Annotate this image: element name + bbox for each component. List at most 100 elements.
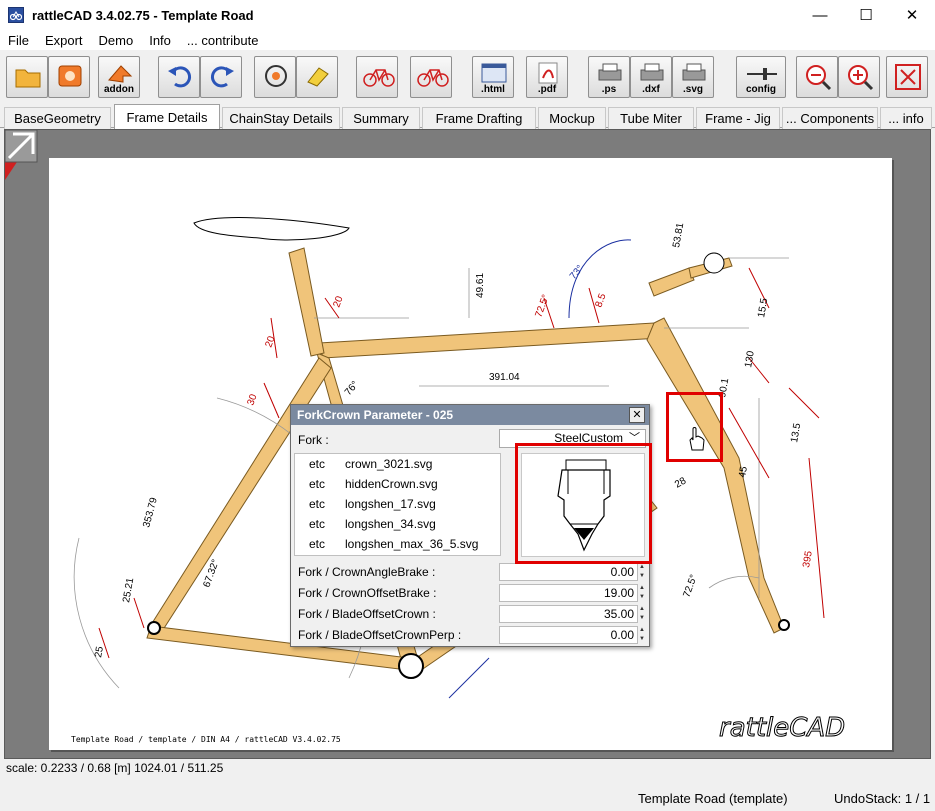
preview-highlight [515, 443, 652, 564]
tab-frame-drafting[interactable]: Frame Drafting [422, 107, 536, 129]
file-dir: etc [309, 477, 326, 491]
clean-button[interactable] [296, 56, 338, 98]
redo-icon [211, 66, 234, 88]
export-dxf-button[interactable]: .dxf [630, 56, 672, 98]
menu-contribute[interactable]: ... contribute [179, 33, 267, 48]
file-name: longshen_34.svg [345, 517, 436, 531]
menu-demo[interactable]: Demo [91, 33, 142, 48]
redo-button[interactable] [200, 56, 242, 98]
addon-button[interactable]: addon [98, 56, 140, 98]
dim-72-5b: 72.5° [681, 573, 699, 599]
param-label: Fork / CrownAngleBrake : [298, 565, 436, 579]
spinner-icon[interactable]: ▲ ▼ [638, 626, 646, 644]
undo-button[interactable] [158, 56, 200, 98]
html-icon [481, 63, 507, 83]
tab-mockup[interactable]: Mockup [538, 107, 606, 129]
rattlecad-logo: rattleCAD [719, 713, 845, 743]
blade-offset-crown-perp-input[interactable]: 0.00 [499, 626, 638, 644]
param-label: Fork / CrownOffsetBrake : [298, 586, 437, 600]
zoom-out-icon [806, 65, 832, 91]
param-row-blade-offset-crown-perp: Fork / BladeOffsetCrownPerp : 0.00 ▲ ▼ [291, 625, 649, 645]
dim-353: 353.79 [141, 496, 160, 529]
wheel-settings-button[interactable] [254, 56, 296, 98]
bicycle-icon [417, 69, 449, 87]
dim-53: 53.81 [671, 222, 686, 249]
bike-red-button[interactable] [356, 56, 398, 98]
crown-offset-brake-input[interactable]: 19.00 [499, 584, 638, 602]
close-button[interactable]: ✕ [889, 0, 935, 30]
dialog-close-button[interactable]: ✕ [629, 407, 645, 423]
menu-info[interactable]: Info [141, 33, 179, 48]
dim-391: 391.04 [489, 372, 520, 383]
save-button[interactable] [48, 56, 90, 98]
export-html-button[interactable]: .html [472, 56, 514, 98]
file-name: longshen_17.svg [345, 497, 436, 511]
tab-chainstay-details[interactable]: ChainStay Details [222, 107, 340, 129]
corner-marker-icon[interactable] [5, 130, 45, 180]
dim-395: 395 [801, 550, 815, 569]
bike-red-2-button[interactable] [410, 56, 452, 98]
tab-summary[interactable]: Summary [342, 107, 420, 129]
list-item[interactable]: etc longshen_max_36_5.svg [295, 534, 500, 554]
window-title: rattleCAD 3.4.02.75 - Template Road [32, 7, 254, 23]
list-item[interactable]: etc longshen_34.svg [295, 514, 500, 534]
folder-icon [15, 69, 41, 88]
tab-info[interactable]: ... info [880, 107, 932, 129]
minimize-button[interactable]: — [797, 0, 843, 30]
param-row-crown-angle-brake: Fork / CrownAngleBrake : 0.00 ▲ ▼ [291, 562, 649, 582]
zoom-out-button[interactable] [796, 56, 838, 98]
bicycle-icon [363, 69, 395, 87]
eraser-icon [307, 67, 329, 87]
file-dir: etc [309, 537, 326, 551]
spinner-icon[interactable]: ▲ ▼ [638, 563, 646, 581]
dim-13-5: 13.5 [789, 422, 803, 444]
tab-basegeometry[interactable]: BaseGeometry [4, 107, 111, 129]
dim-15-5: 15.5 [756, 297, 770, 319]
config-button[interactable]: config [736, 56, 786, 98]
dim-72-5: 72.5° [533, 293, 551, 319]
drawing-footer: Template Road / template / DIN A4 / ratt… [71, 735, 341, 744]
spinner-icon[interactable]: ▲ ▼ [638, 605, 646, 623]
menu-file[interactable]: File [0, 33, 37, 48]
crown-angle-brake-input[interactable]: 0.00 [499, 563, 638, 581]
printer-icon [682, 63, 706, 81]
tab-components[interactable]: ... Components [782, 107, 878, 129]
menu-bar: File Export Demo Info ... contribute [0, 30, 935, 50]
disk-icon [58, 65, 82, 87]
dim-30: 30 [245, 392, 259, 407]
list-item[interactable]: etc longshen_17.svg [295, 494, 500, 514]
list-item[interactable]: etc hiddenCrown.svg [295, 474, 500, 494]
fit-icon [895, 64, 921, 90]
file-name: crown_3021.svg [345, 457, 433, 471]
hand-cursor-icon [689, 427, 705, 451]
tab-frame-jig[interactable]: Frame - Jig [696, 107, 780, 129]
blade-offset-crown-input[interactable]: 35.00 [499, 605, 638, 623]
dialog-title-bar[interactable]: ForkCrown Parameter - 025 ✕ [291, 405, 649, 425]
undo-stack: UndoStack: 1 / 1 [834, 791, 931, 806]
dim-20a: 20 [331, 294, 345, 309]
fit-view-button[interactable] [886, 56, 928, 98]
tab-tube-miter[interactable]: Tube Miter [608, 107, 694, 129]
maximize-button[interactable]: ☐ [843, 0, 889, 30]
param-row-crown-offset-brake: Fork / CrownOffsetBrake : 19.00 ▲ ▼ [291, 583, 649, 603]
crown-file-list[interactable]: etc crown_3021.svg etc hiddenCrown.svg etc… [294, 453, 501, 556]
wheel-gear-icon [265, 65, 287, 87]
dim-76: 76° [343, 379, 361, 398]
project-name: Template Road (template) [638, 791, 788, 806]
menu-export[interactable]: Export [37, 33, 91, 48]
export-pdf-button[interactable]: .pdf [526, 56, 568, 98]
app-icon [8, 7, 24, 23]
param-row-blade-offset-crown: Fork / BladeOffsetCrown : 35.00 ▲ ▼ [291, 604, 649, 624]
file-dir: etc [309, 457, 326, 471]
fork-label: Fork : [298, 433, 329, 447]
zoom-in-button[interactable] [838, 56, 880, 98]
tab-bar: BaseGeometry Frame Details ChainStay Det… [0, 104, 935, 129]
list-item[interactable]: etc crown_3021.svg [295, 454, 500, 474]
export-ps-button[interactable]: .ps [588, 56, 630, 98]
slider-icon [747, 68, 777, 80]
open-button[interactable] [6, 56, 48, 98]
toolbar: addon .html .pdf .ps .dxf .svg config [0, 52, 935, 102]
spinner-icon[interactable]: ▲ ▼ [638, 584, 646, 602]
export-svg-button[interactable]: .svg [672, 56, 714, 98]
tab-frame-details[interactable]: Frame Details [114, 104, 220, 129]
